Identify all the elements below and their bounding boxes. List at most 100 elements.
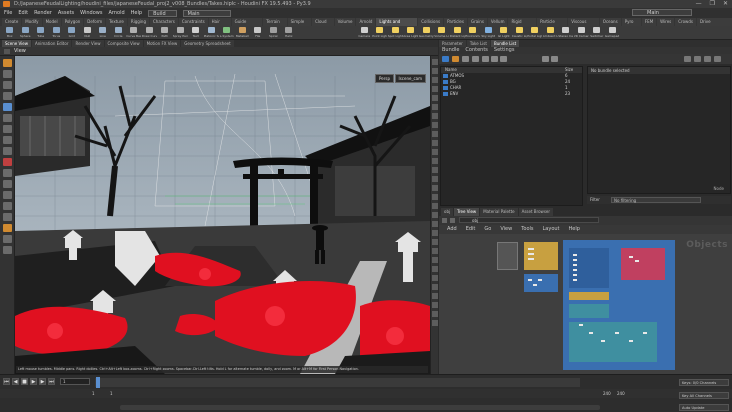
- shelf-tab[interactable]: Particle Fluids: [537, 18, 568, 32]
- shelf-tool[interactable]: Portal Light: [527, 26, 543, 40]
- viewport-tool-icon[interactable]: [3, 235, 12, 243]
- timeline-track[interactable]: [95, 378, 580, 387]
- pane-tab[interactable]: Animation Editor: [31, 40, 72, 47]
- node-box-blue[interactable]: [524, 274, 558, 292]
- shelf-tool[interactable]: Box: [2, 26, 18, 40]
- shelf-tool[interactable]: Switcher: [589, 26, 605, 40]
- network-path-field[interactable]: obj: [459, 217, 599, 223]
- shelf-tool[interactable]: Platonic Solids: [204, 26, 220, 40]
- back-arrow-icon[interactable]: [4, 49, 10, 54]
- shelf-tool[interactable]: Tube: [33, 26, 49, 40]
- shelf-tool[interactable]: Helix: [281, 26, 297, 40]
- viewport-tool-icon[interactable]: [3, 224, 12, 232]
- node-bar-gold[interactable]: [569, 292, 609, 300]
- current-frame-field[interactable]: 1: [60, 378, 90, 385]
- jump-start-button[interactable]: ⏮: [3, 378, 10, 385]
- shelf-tool[interactable]: L-System: [219, 26, 235, 40]
- menu-view[interactable]: View: [500, 225, 512, 234]
- menu-edit-net[interactable]: Edit: [466, 225, 476, 234]
- auto-update-dropdown[interactable]: Auto Update: [679, 404, 729, 411]
- shelf-tool[interactable]: GI Light: [496, 26, 512, 40]
- shelf-tab[interactable]: Guide Process: [231, 18, 263, 32]
- shelf-tab[interactable]: Characters: [149, 18, 178, 26]
- shelf-tool[interactable]: Torus: [49, 26, 65, 40]
- pane-tab[interactable]: Composite View: [104, 40, 143, 47]
- node-bar-teal[interactable]: [569, 304, 609, 318]
- display-toggle-icon[interactable]: [432, 158, 438, 164]
- display-toggle-icon[interactable]: [432, 248, 438, 254]
- shelf-tab[interactable]: Modify: [22, 18, 42, 26]
- shelf-tab[interactable]: Rigging: [127, 18, 149, 26]
- shelf-tab[interactable]: Texture: [106, 18, 127, 26]
- range-start-b[interactable]: 1: [110, 389, 113, 398]
- menu-arnold[interactable]: Arnold: [108, 10, 124, 16]
- shelf-tool[interactable]: Ambient Light: [543, 26, 559, 40]
- tab-obj[interactable]: obj: [441, 208, 454, 216]
- menu-contents[interactable]: Contents: [465, 47, 488, 54]
- display-toggle-icon[interactable]: [432, 113, 438, 119]
- display-toggle-icon[interactable]: [432, 221, 438, 227]
- step-back-button[interactable]: ◀: [12, 378, 19, 385]
- display-toggle-icon[interactable]: [432, 302, 438, 308]
- range-start[interactable]: 1: [92, 389, 95, 398]
- smart-bundle-icon[interactable]: [452, 56, 459, 62]
- display-toggle-icon[interactable]: [432, 266, 438, 272]
- minimize-button[interactable]: —: [696, 0, 702, 8]
- jump-end-button[interactable]: ⏭: [48, 378, 55, 385]
- viewport-tool-icon[interactable]: [3, 59, 12, 67]
- shelf-tool[interactable]: Draw Curve: [142, 26, 158, 40]
- viewport-tool-icon[interactable]: [3, 103, 12, 111]
- shelf-tool[interactable]: Grid: [64, 26, 80, 40]
- node-box-rose[interactable]: [621, 248, 665, 280]
- display-toggle-icon[interactable]: [432, 77, 438, 83]
- copy-bundle-icon[interactable]: [472, 56, 479, 62]
- shelf-tool[interactable]: Camera: [357, 26, 373, 40]
- viewport-tool-icon[interactable]: [3, 125, 12, 133]
- shelf-tool[interactable]: Sky Light: [481, 26, 497, 40]
- shelf-tab[interactable]: Cloud FX: [312, 18, 334, 32]
- viewport-tool-icon[interactable]: [3, 191, 12, 199]
- shelf-tool[interactable]: Area Light: [403, 26, 419, 40]
- menu-windows[interactable]: Windows: [80, 10, 102, 16]
- node-box-teal[interactable]: [569, 322, 657, 362]
- shelf-tool[interactable]: Metaball: [235, 26, 251, 40]
- desktop-build-dropdown[interactable]: Build: [148, 9, 177, 17]
- display-toggle-icon[interactable]: [432, 104, 438, 110]
- shelf-tool[interactable]: File: [250, 26, 266, 40]
- shelf-tab[interactable]: Viscous Fluids: [568, 18, 599, 32]
- shelf-tab[interactable]: Arnold: [356, 18, 376, 26]
- back-icon[interactable]: [442, 218, 447, 223]
- merge-bundle-icon[interactable]: [482, 56, 489, 62]
- range-slider[interactable]: [120, 405, 600, 410]
- shelf-tool[interactable]: Gamepad Camera: [605, 26, 621, 40]
- shelf-tool[interactable]: VR Camera: [574, 26, 590, 40]
- display-toggle-icon[interactable]: [432, 311, 438, 317]
- viewport-tool-icon[interactable]: [3, 147, 12, 155]
- pane-tab[interactable]: Motion FX View: [143, 40, 181, 47]
- display-toggle-icon[interactable]: [432, 122, 438, 128]
- shelf-tool[interactable]: Spray Paint: [173, 26, 189, 40]
- menu-bundle[interactable]: Bundle: [442, 47, 459, 54]
- scene-viewport[interactable]: Persp Iscene_cam: [15, 56, 430, 374]
- menu-tools[interactable]: Tools: [521, 225, 533, 234]
- shelf-tab[interactable]: Hair Utils: [208, 18, 231, 32]
- network-box-main[interactable]: [563, 240, 675, 370]
- display-toggle-icon[interactable]: [432, 68, 438, 74]
- shelf-tab[interactable]: Grains: [467, 18, 487, 26]
- pane-tab[interactable]: Render View: [72, 40, 104, 47]
- display-toggle-icon[interactable]: [432, 194, 438, 200]
- shelf-tab[interactable]: Wires: [657, 18, 675, 26]
- tab-asset-browser[interactable]: Asset Browser: [518, 208, 554, 216]
- tab-material-palette[interactable]: Material Palette: [480, 208, 518, 216]
- forward-icon[interactable]: [450, 218, 455, 223]
- shelf-tab[interactable]: Collisions: [418, 18, 444, 26]
- play-button[interactable]: ▶: [30, 378, 37, 385]
- shelf-tool[interactable]: Curve Bezier: [126, 26, 142, 40]
- remove-node-icon[interactable]: [704, 56, 711, 62]
- shelf-tool[interactable]: Line: [95, 26, 111, 40]
- menu-help[interactable]: Help: [131, 10, 142, 16]
- main-right-dropdown[interactable]: Main: [632, 9, 692, 16]
- persp-menu[interactable]: Persp: [375, 74, 394, 83]
- shelf-tool[interactable]: Caustic Light: [512, 26, 528, 40]
- tab-parameter[interactable]: Parameter: [439, 40, 466, 47]
